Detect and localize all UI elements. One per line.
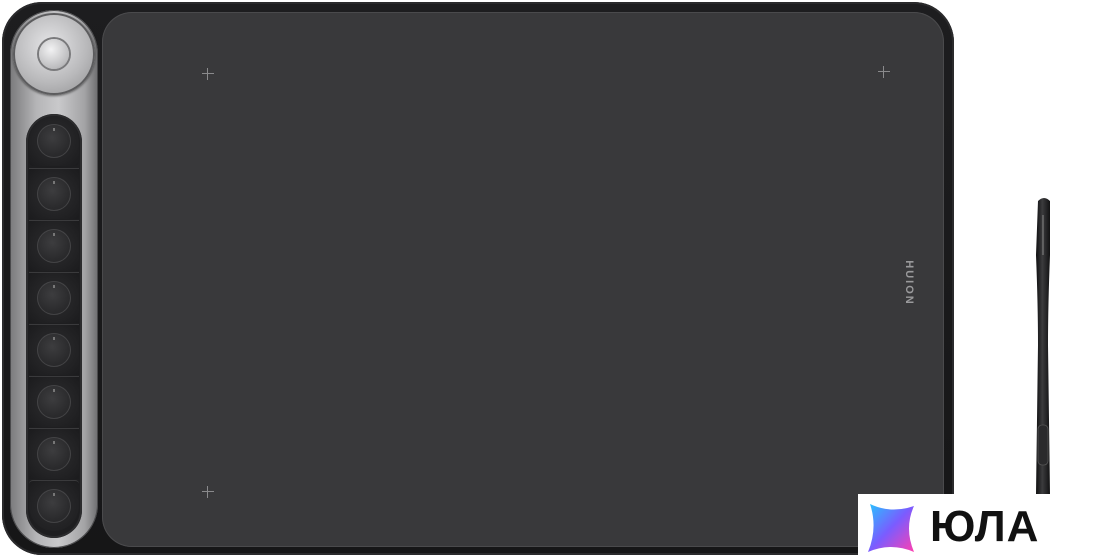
plus-corner-marker-icon xyxy=(878,66,890,78)
yula-watermark: ЮЛА xyxy=(858,494,1100,559)
express-key[interactable] xyxy=(29,428,79,479)
express-key[interactable] xyxy=(29,220,79,271)
brand-mark-text: HUION xyxy=(903,260,915,306)
yula-star-logo-icon xyxy=(868,504,914,552)
express-key[interactable] xyxy=(29,480,79,531)
brand-logo: HUION xyxy=(894,248,924,318)
express-key-column xyxy=(26,114,82,538)
express-key[interactable] xyxy=(29,116,79,166)
express-key[interactable] xyxy=(29,168,79,219)
yula-wordmark: ЮЛА xyxy=(930,502,1040,551)
stylus-pen-icon xyxy=(1036,198,1050,495)
express-key[interactable] xyxy=(29,272,79,323)
graphics-tablet: HUION xyxy=(2,2,954,555)
plus-corner-marker-icon xyxy=(202,68,214,80)
side-control-panel xyxy=(10,10,98,548)
dial-icon[interactable] xyxy=(13,13,95,95)
express-key[interactable] xyxy=(29,376,79,427)
plus-corner-marker-icon xyxy=(202,486,214,498)
active-drawing-area[interactable]: HUION xyxy=(102,12,944,547)
dial-center-button[interactable] xyxy=(39,39,69,69)
express-key[interactable] xyxy=(29,324,79,375)
